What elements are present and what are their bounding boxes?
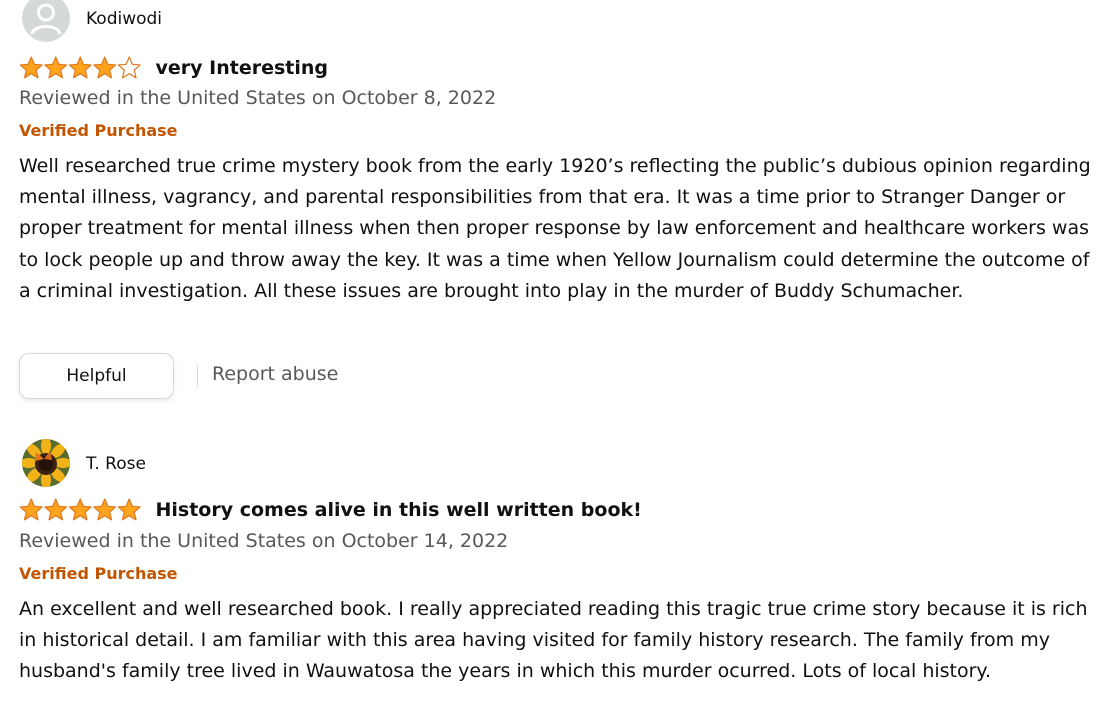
report-abuse-link[interactable]: Report abuse (212, 362, 338, 386)
helpful-button[interactable]: Helpful (19, 353, 174, 399)
action-divider (197, 365, 198, 387)
star-filled-icon (19, 498, 43, 521)
sunflower-butterfly-avatar-icon[interactable] (22, 439, 70, 487)
star-filled-icon (19, 56, 43, 79)
star-filled-icon (68, 56, 92, 79)
star-rating[interactable] (19, 498, 142, 522)
star-filled-icon (44, 498, 68, 521)
star-filled-icon (117, 498, 141, 521)
review-date: Reviewed in the United States on October… (19, 530, 509, 552)
review-body: An excellent and well researched book. I… (19, 598, 1088, 683)
review-title-row: History comes alive in this well written… (19, 497, 642, 523)
review-title-row: very Interesting (19, 55, 328, 81)
star-rating-graphic (19, 498, 141, 521)
star-rating[interactable] (19, 56, 142, 80)
star-filled-icon (93, 56, 117, 79)
reviewer-profile[interactable]: T. Rose (19, 437, 1099, 487)
verified-purchase-badge[interactable]: Verified Purchase (19, 121, 178, 141)
review-title[interactable]: very Interesting (156, 56, 329, 80)
review-date: Reviewed in the United States on October… (19, 87, 497, 109)
reviewer-profile[interactable]: Kodiwodi (19, 0, 1099, 42)
default-user-avatar-icon[interactable] (22, 0, 70, 42)
star-filled-icon (44, 56, 68, 79)
star-empty-icon (117, 56, 141, 79)
reviewer-name[interactable]: Kodiwodi (86, 9, 162, 29)
reviewer-name[interactable]: T. Rose (86, 454, 146, 474)
review-actions: Helpful Report abuse (19, 352, 338, 400)
star-filled-icon (93, 498, 117, 521)
review-body: Well researched true crime mystery book … (19, 155, 1091, 302)
review-card: Kodiwodi very Interesting Reviewed in th… (19, 0, 1099, 399)
star-filled-icon (68, 498, 92, 521)
verified-purchase-badge[interactable]: Verified Purchase (19, 564, 178, 584)
review-title[interactable]: History comes alive in this well written… (156, 498, 642, 522)
review-card: T. Rose History comes alive in this well… (19, 437, 1099, 682)
star-rating-graphic (19, 56, 141, 79)
